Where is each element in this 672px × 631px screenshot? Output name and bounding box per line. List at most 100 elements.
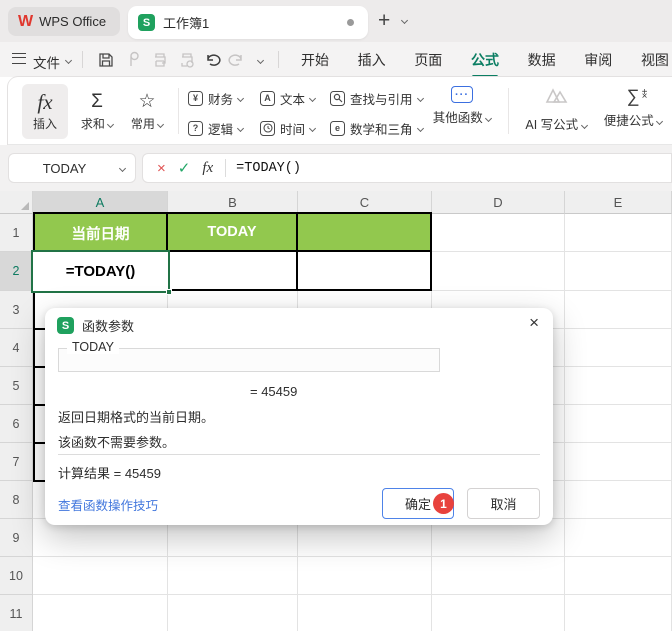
function-tips-link[interactable]: 查看函数操作技巧: [58, 495, 158, 514]
math-trig-button[interactable]: e 数学和三角: [330, 118, 424, 138]
cell-E11[interactable]: [565, 595, 672, 631]
tab-review[interactable]: 审阅: [583, 46, 613, 74]
cell-C11[interactable]: [298, 595, 432, 631]
undo-icon[interactable]: [203, 51, 221, 69]
cell-B1[interactable]: TODAY: [168, 212, 298, 252]
cell-C1[interactable]: [298, 212, 432, 252]
formula-text[interactable]: =TODAY(): [236, 161, 301, 176]
cell-E3[interactable]: [565, 291, 672, 329]
row-header-6[interactable]: 6: [0, 405, 33, 443]
cell-E7[interactable]: [565, 443, 672, 481]
row-header-4[interactable]: 4: [0, 329, 33, 367]
autosum-label: 求和: [81, 115, 115, 132]
cell-D1[interactable]: [432, 214, 565, 252]
print-icon[interactable]: [151, 51, 169, 69]
cell-A2-selected[interactable]: =TODAY(): [31, 250, 172, 295]
chevron-down-icon: [308, 94, 317, 102]
row-header-3[interactable]: 3: [0, 291, 33, 329]
cell-E9[interactable]: [565, 519, 672, 557]
cell-E6[interactable]: [565, 405, 672, 443]
row-header-7[interactable]: 7: [0, 443, 33, 481]
cell-D11[interactable]: [432, 595, 565, 631]
column-header-B[interactable]: B: [168, 191, 298, 214]
cell-C2[interactable]: [298, 252, 432, 291]
formula-input-area[interactable]: × ✓ fx =TODAY(): [142, 153, 672, 183]
row-header-2[interactable]: 2: [0, 252, 33, 291]
confirm-entry-icon[interactable]: ✓: [178, 159, 191, 177]
hamburger-menu-icon[interactable]: [12, 53, 26, 64]
unsaved-dot-icon: [347, 19, 354, 26]
redo-icon[interactable]: [228, 51, 246, 69]
row-header-5[interactable]: 5: [0, 367, 33, 405]
column-header-E[interactable]: E: [565, 191, 672, 214]
cell-A10[interactable]: [33, 557, 168, 595]
cancel-entry-icon[interactable]: ×: [157, 160, 166, 177]
quick-formula-button[interactable]: ∑ + × 便捷公式: [598, 86, 668, 129]
other-functions-label: 其他函数: [433, 107, 493, 126]
autosum-button[interactable]: Σ 求和: [74, 84, 120, 139]
cell-E5[interactable]: [565, 367, 672, 405]
lookup-reference-button[interactable]: 查找与引用: [330, 88, 424, 108]
column-header-A[interactable]: A: [33, 191, 168, 214]
ai-formula-button[interactable]: AI 写公式: [518, 86, 594, 133]
cell-A1[interactable]: 当前日期: [33, 212, 168, 252]
row-header-10[interactable]: 10: [0, 557, 33, 595]
file-menu[interactable]: 文件: [33, 52, 60, 72]
insert-function-button[interactable]: fx 插入: [22, 84, 68, 139]
cell-E1[interactable]: [565, 214, 672, 252]
column-header-C[interactable]: C: [298, 191, 432, 214]
tab-home[interactable]: 开始: [300, 46, 330, 74]
tab-view[interactable]: 视图: [640, 46, 670, 74]
tab-insert[interactable]: 插入: [357, 46, 387, 74]
export-pdf-icon[interactable]: [124, 51, 142, 69]
cell-C10[interactable]: [298, 557, 432, 595]
cell-A11[interactable]: [33, 595, 168, 631]
cell-B2[interactable]: [168, 252, 298, 291]
dialog-titlebar: S 函数参数: [57, 316, 134, 335]
tab-page[interactable]: 页面: [413, 46, 443, 74]
fill-handle[interactable]: [166, 289, 172, 295]
question-icon: ?: [188, 120, 203, 136]
row-header-1[interactable]: 1: [0, 214, 33, 252]
name-box[interactable]: TODAY: [8, 153, 136, 183]
other-functions-button[interactable]: ··· 其他函数: [426, 86, 498, 126]
cancel-button[interactable]: 取消: [467, 488, 540, 519]
file-menu-chevron-icon[interactable]: [64, 56, 73, 65]
text-functions-button[interactable]: A 文本: [260, 88, 317, 108]
print-preview-icon[interactable]: [178, 51, 196, 69]
wps-home-button[interactable]: W WPS Office: [8, 7, 121, 36]
step-badge: 1: [433, 493, 454, 514]
financial-functions-button[interactable]: ¥ 财务: [188, 88, 245, 108]
row-header-11[interactable]: 11: [0, 595, 33, 631]
tab-data[interactable]: 数据: [527, 46, 557, 74]
dialog-close-icon[interactable]: ×: [529, 314, 539, 332]
cell-E4[interactable]: [565, 329, 672, 367]
qat-more-chevron-icon[interactable]: [256, 56, 265, 65]
datetime-functions-button[interactable]: 时间: [260, 118, 317, 138]
ribbon-tabs: 开始 插入 页面 公式 数据 审阅 视图: [300, 42, 670, 78]
row-header-9[interactable]: 9: [0, 519, 33, 557]
cell-D2[interactable]: [432, 252, 565, 291]
common-functions-button[interactable]: ☆ 常用: [124, 84, 170, 139]
chevron-down-icon: [236, 94, 245, 102]
column-header-D[interactable]: D: [432, 191, 565, 214]
insert-function-icon[interactable]: fx: [202, 160, 213, 177]
document-tab[interactable]: S 工作簿1: [128, 6, 368, 39]
cell-E10[interactable]: [565, 557, 672, 595]
row-header-8[interactable]: 8: [0, 481, 33, 519]
save-icon[interactable]: [97, 51, 115, 69]
cell-E8[interactable]: [565, 481, 672, 519]
name-box-chevron-icon[interactable]: [118, 164, 127, 172]
magnifier-icon: [330, 90, 345, 106]
logical-functions-button[interactable]: ? 逻辑: [188, 118, 245, 138]
divider: [508, 88, 509, 134]
cell-E2[interactable]: [565, 252, 672, 291]
tab-list-chevron-icon[interactable]: [400, 16, 409, 25]
cell-B10[interactable]: [168, 557, 298, 595]
cell-D10[interactable]: [432, 557, 565, 595]
select-all-corner[interactable]: [0, 191, 33, 214]
new-tab-button[interactable]: +: [378, 9, 390, 33]
tab-formulas[interactable]: 公式: [470, 46, 500, 78]
cell-B11[interactable]: [168, 595, 298, 631]
chevron-down-icon: [416, 124, 424, 132]
